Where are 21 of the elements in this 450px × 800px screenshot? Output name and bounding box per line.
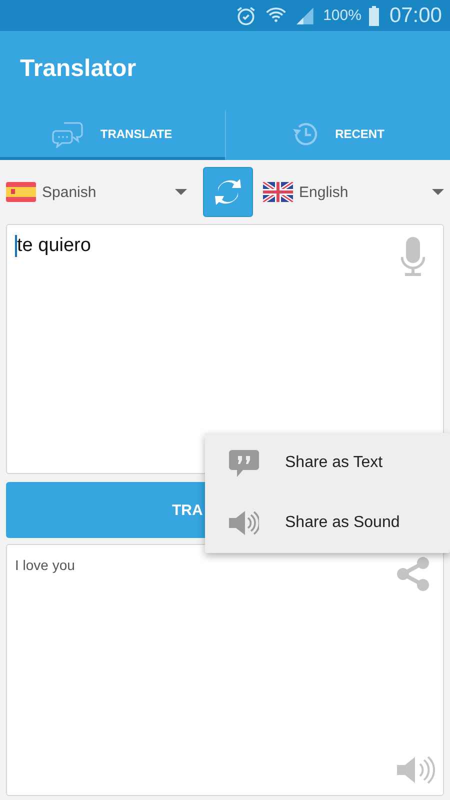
quote-bubble-icon	[229, 448, 259, 478]
target-language-dropdown[interactable]: English	[263, 172, 444, 212]
app-title: Translator	[19, 54, 138, 83]
dropdown-caret-icon	[175, 189, 187, 195]
speaker-icon[interactable]	[395, 755, 435, 785]
menu-item[interactable]: Share as Sound	[205, 493, 450, 553]
spain-flag-icon	[6, 182, 36, 202]
source-language-dropdown[interactable]: Spanish	[6, 172, 187, 212]
chat-bubbles-icon	[52, 120, 84, 148]
uk-flag-icon	[263, 182, 293, 202]
alarm-clock-icon	[235, 4, 258, 26]
clock-time: 07:00	[389, 4, 442, 28]
translation-text: I love you	[14, 556, 76, 575]
microphone-icon	[401, 237, 425, 277]
swap-languages-button[interactable]	[203, 167, 253, 217]
dropdown-caret-icon	[432, 189, 444, 195]
share-icon[interactable]	[395, 557, 431, 591]
speaker-icon	[229, 510, 259, 536]
battery-percent: 100%	[323, 7, 362, 24]
battery-icon	[369, 6, 380, 26]
signal-icon	[295, 6, 316, 26]
